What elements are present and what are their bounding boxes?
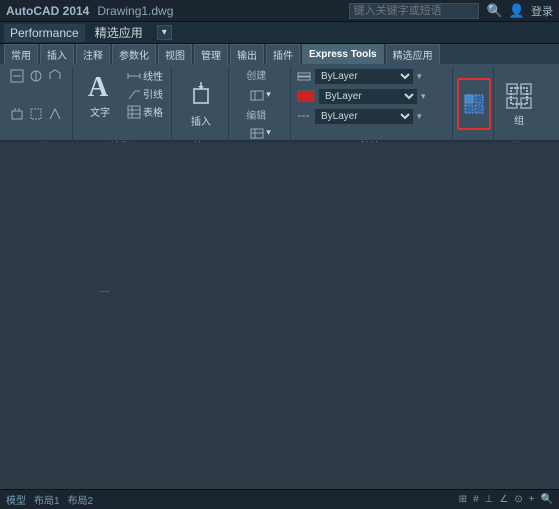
grid-icon[interactable]: #	[473, 494, 479, 505]
group-big-btn[interactable]: 组	[500, 77, 538, 132]
menu-performance[interactable]: Performance	[4, 24, 85, 42]
status-layout2[interactable]: 布局2	[68, 492, 94, 507]
layer-row: ByLayer ▾	[297, 67, 422, 85]
search-input[interactable]	[349, 3, 479, 19]
menu-featured[interactable]: 精选应用	[89, 22, 149, 43]
ribbon-tab-home[interactable]: 常用	[4, 44, 38, 64]
color-select[interactable]: ByLayer	[318, 88, 418, 105]
annotation-col: 线性 引线 表格	[123, 67, 167, 120]
color-row: ByLayer ▾	[297, 87, 426, 105]
osnap-icon[interactable]: ⊙	[514, 494, 522, 505]
search-icon[interactable]: 🔍	[487, 3, 503, 19]
canvas-area[interactable]: 模型 布局1 布局2 ⊞ # ⊥ ∠ ⊙ + 🔍	[0, 142, 559, 509]
insert-big-btn[interactable]: 插入	[182, 77, 220, 132]
ortho-icon[interactable]: ⊥	[485, 494, 494, 505]
status-icons: ⊞ # ⊥ ∠ ⊙ + 🔍	[459, 494, 553, 505]
ribbon-tab-insert[interactable]: 插入	[40, 44, 74, 64]
table-btn[interactable]: 表格	[123, 103, 167, 120]
color-swatch-red	[297, 90, 315, 102]
linetype-select[interactable]: ByLayer	[314, 108, 414, 125]
ribbon-tab-plugin[interactable]: 插件	[266, 44, 300, 64]
layer-dropdown-arrow[interactable]: ▾	[417, 71, 422, 82]
zoom-icon[interactable]: 🔍	[541, 494, 553, 505]
linetype-row: ByLayer ▾	[297, 107, 422, 125]
ribbon-tab-manage[interactable]: 管理	[194, 44, 228, 64]
linear-btn[interactable]: 线性	[123, 67, 167, 84]
cad-drawing	[0, 142, 300, 292]
ribbon-tab-express[interactable]: Express Tools	[302, 44, 384, 64]
ribbon-tabs: 常用 插入 注释 参数化 视图 管理 输出 插件 Express Tools 精…	[0, 44, 559, 64]
title-bar: AutoCAD 2014 Drawing1.dwg 🔍 👤 登录	[0, 0, 559, 22]
text-big-btn[interactable]: A 文字	[79, 67, 121, 122]
ribbon-tab-output[interactable]: 输出	[230, 44, 264, 64]
edit-btn-1[interactable]: ▾	[246, 124, 275, 141]
match-icon	[463, 93, 485, 115]
highlighted-btn[interactable]	[457, 78, 491, 130]
menu-bar: Performance 精选应用 ▾	[0, 22, 559, 44]
color-dropdown-arrow[interactable]: ▾	[421, 91, 426, 102]
group-label-text: 组	[514, 112, 524, 127]
tool-btn-1[interactable]	[8, 67, 26, 85]
user-icon[interactable]: 👤	[509, 3, 525, 19]
ribbon-tab-view[interactable]: 视图	[158, 44, 192, 64]
table-label: 表格	[143, 104, 163, 119]
edit-lbl-1: ▾	[266, 127, 271, 138]
layer-select[interactable]: ByLayer	[314, 68, 414, 85]
text-label: 文字	[90, 104, 110, 119]
layer-icon	[297, 69, 311, 83]
snap-icon[interactable]: ⊞	[459, 494, 467, 505]
linetype-dropdown-arrow[interactable]: ▾	[417, 111, 422, 122]
ribbon-tab-annotate[interactable]: 注释	[76, 44, 110, 64]
tool-btn-4[interactable]	[8, 105, 26, 123]
create-label: 创建	[246, 67, 266, 82]
ribbon-tab-param[interactable]: 参数化	[112, 44, 156, 64]
tool-btn-6[interactable]	[46, 105, 64, 123]
tool-btn-2[interactable]	[27, 67, 45, 85]
status-model[interactable]: 模型	[6, 492, 26, 507]
status-layout1[interactable]: 布局1	[34, 492, 60, 507]
leader-btn[interactable]: 引线	[123, 85, 167, 102]
polar-icon[interactable]: ∠	[499, 494, 508, 505]
login-text[interactable]: 登录	[531, 3, 553, 19]
status-bar: 模型 布局1 布局2 ⊞ # ⊥ ∠ ⊙ + 🔍	[0, 489, 559, 509]
linear-label: 线性	[143, 68, 163, 83]
leader-label: 引线	[143, 86, 163, 101]
svg-text:A: A	[88, 72, 109, 102]
app-name: AutoCAD 2014	[6, 4, 89, 18]
edit-label: 编辑	[246, 107, 266, 122]
tool-btn-3[interactable]	[46, 67, 64, 85]
title-icons: 🔍 👤 登录	[487, 3, 553, 19]
ribbon-tab-featured[interactable]: 精选应用	[386, 44, 440, 64]
linetype-icon	[297, 109, 311, 123]
insert-label: 插入	[191, 113, 211, 128]
create-btn-1[interactable]: ▾	[246, 86, 275, 103]
file-name: Drawing1.dwg	[97, 4, 173, 18]
menu-dropdown-btn[interactable]: ▾	[157, 25, 172, 40]
otrack-icon[interactable]: +	[529, 494, 535, 505]
tool-btn-5[interactable]	[27, 105, 45, 123]
ribbon: 常用 插入 注释 参数化 视图 管理 输出 插件 Express Tools 精…	[0, 44, 559, 142]
create-lbl-1: ▾	[266, 89, 271, 100]
